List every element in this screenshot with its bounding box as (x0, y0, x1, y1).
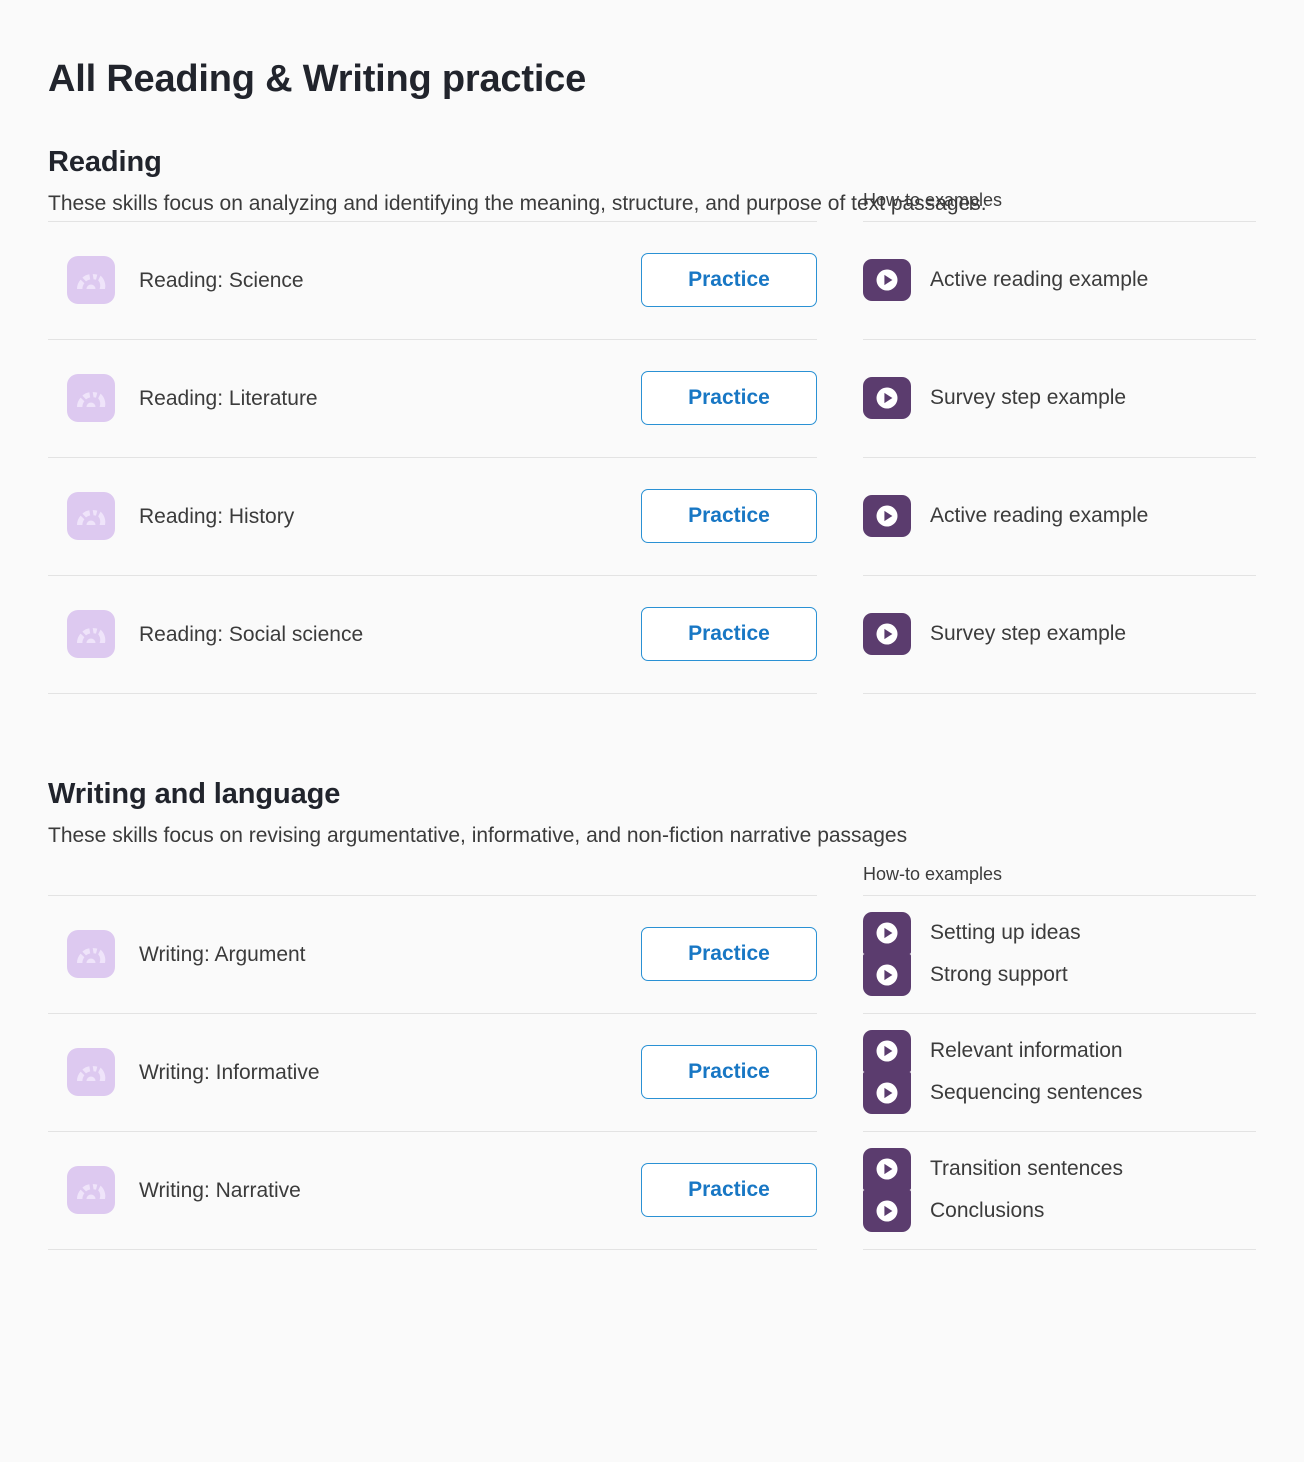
video-play-icon (863, 259, 911, 302)
section-reading: Reading These skills focus on analyzing a… (48, 144, 1256, 694)
skills-column: Writing: Argument Practice Writing: Inform… (48, 894, 817, 1250)
howto-video-label: Setting up ideas (930, 921, 1081, 945)
video-play-icon (863, 495, 911, 538)
howto-video-link[interactable]: Active reading example (863, 259, 1149, 302)
left-column-header-spacer: x (48, 190, 817, 221)
howto-row: Active reading example (863, 222, 1256, 339)
howto-video-label: Conclusions (930, 1199, 1045, 1223)
howto-column: Active reading example Survey step exampl… (863, 220, 1256, 694)
howto-row: Transition sentences Conclusions (863, 1132, 1256, 1249)
skill-row: Writing: Informative Practice (48, 1014, 817, 1131)
howto-row: Survey step example (863, 576, 1256, 693)
sections-container: Reading These skills focus on analyzing a… (48, 144, 1256, 1250)
practice-button[interactable]: Practice (641, 1045, 817, 1100)
howto-column-header: How-to examples (863, 864, 1256, 895)
howto-video-label: Strong support (930, 963, 1068, 987)
skill-row: Reading: Social science Practice (48, 576, 817, 693)
howto-row: Setting up ideas Strong support (863, 896, 1256, 1013)
skill-gauge-icon (67, 492, 115, 541)
video-play-icon (863, 1030, 911, 1073)
video-play-icon (863, 1072, 911, 1115)
row-divider (48, 692, 817, 694)
skill-label: Reading: Literature (139, 386, 318, 410)
section-description-writing: These skills focus on revising argumenta… (48, 824, 908, 848)
skill-row: Reading: Science Practice (48, 222, 817, 339)
howto-video-label: Transition sentences (930, 1157, 1123, 1181)
page-title: All Reading & Writing practice (48, 58, 587, 100)
skill-gauge-icon (67, 374, 115, 423)
howto-video-link[interactable]: Conclusions (863, 1190, 1045, 1233)
howto-video-link[interactable]: Survey step example (863, 377, 1127, 420)
practice-button[interactable]: Practice (641, 1163, 817, 1218)
section-title-reading: Reading (48, 145, 162, 178)
practice-button[interactable]: Practice (641, 607, 817, 662)
howto-row: Active reading example (863, 458, 1256, 575)
howto-video-label: Sequencing sentences (930, 1081, 1143, 1105)
practice-page: All Reading & Writing practice Reading Th… (0, 0, 1304, 1462)
practice-button[interactable]: Practice (641, 253, 817, 308)
skill-label: Writing: Argument (139, 942, 306, 966)
howto-video-link[interactable]: Strong support (863, 954, 1068, 997)
howto-video-label: Active reading example (930, 268, 1149, 292)
howto-video-label: Survey step example (930, 622, 1127, 646)
practice-button[interactable]: Practice (641, 371, 817, 426)
left-column-header-spacer: x (48, 864, 817, 895)
howto-video-link[interactable]: Setting up ideas (863, 912, 1081, 955)
howto-examples-label: How-to examples (863, 864, 1003, 885)
howto-video-label: Survey step example (930, 386, 1127, 410)
skill-gauge-icon (67, 256, 115, 305)
howto-video-link[interactable]: Transition sentences (863, 1148, 1123, 1191)
skill-label: Reading: Social science (139, 622, 364, 646)
skill-gauge-icon (67, 930, 115, 979)
row-divider (48, 1248, 817, 1250)
howto-row: Relevant information Sequencing sentences (863, 1014, 1256, 1131)
howto-column: Setting up ideas Strong support Relevant i… (863, 894, 1256, 1250)
skill-gauge-icon (67, 610, 115, 659)
row-divider (863, 692, 1256, 694)
howto-video-link[interactable]: Survey step example (863, 613, 1127, 656)
skill-gauge-icon (67, 1166, 115, 1215)
skill-row: Reading: Literature Practice (48, 340, 817, 457)
skill-row: Writing: Narrative Practice (48, 1132, 817, 1249)
video-play-icon (863, 377, 911, 420)
video-play-icon (863, 912, 911, 955)
skill-label: Reading: History (139, 504, 295, 528)
video-play-icon (863, 1190, 911, 1233)
howto-video-label: Active reading example (930, 504, 1149, 528)
howto-video-link[interactable]: Active reading example (863, 495, 1149, 538)
skill-label: Reading: Science (139, 268, 304, 292)
howto-row: Survey step example (863, 340, 1256, 457)
rows-writing: Writing: Argument Practice Writing: Inform… (48, 894, 1256, 1250)
skill-row: Reading: History Practice (48, 458, 817, 575)
section-writing: Writing and language These skills focus o… (48, 776, 1256, 1250)
skill-gauge-icon (67, 1048, 115, 1097)
video-play-icon (863, 954, 911, 997)
practice-button[interactable]: Practice (641, 489, 817, 544)
video-play-icon (863, 613, 911, 656)
skill-label: Writing: Narrative (139, 1178, 301, 1202)
howto-examples-label: How-to examples (863, 190, 1003, 211)
rows-reading: Reading: Science Practice Reading: Literat… (48, 220, 1256, 694)
skills-column: Reading: Science Practice Reading: Literat… (48, 220, 817, 694)
practice-button[interactable]: Practice (641, 927, 817, 982)
row-divider (863, 1248, 1256, 1250)
howto-video-link[interactable]: Sequencing sentences (863, 1072, 1143, 1115)
howto-video-link[interactable]: Relevant information (863, 1030, 1123, 1073)
section-title-writing: Writing and language (48, 777, 341, 810)
column-headers-reading: x How-to examples (48, 190, 1256, 221)
skill-label: Writing: Informative (139, 1060, 320, 1084)
video-play-icon (863, 1148, 911, 1191)
howto-column-header: How-to examples (863, 190, 1256, 221)
skill-row: Writing: Argument Practice (48, 896, 817, 1013)
column-headers-writing: x How-to examples (48, 864, 1256, 895)
howto-video-label: Relevant information (930, 1039, 1123, 1063)
